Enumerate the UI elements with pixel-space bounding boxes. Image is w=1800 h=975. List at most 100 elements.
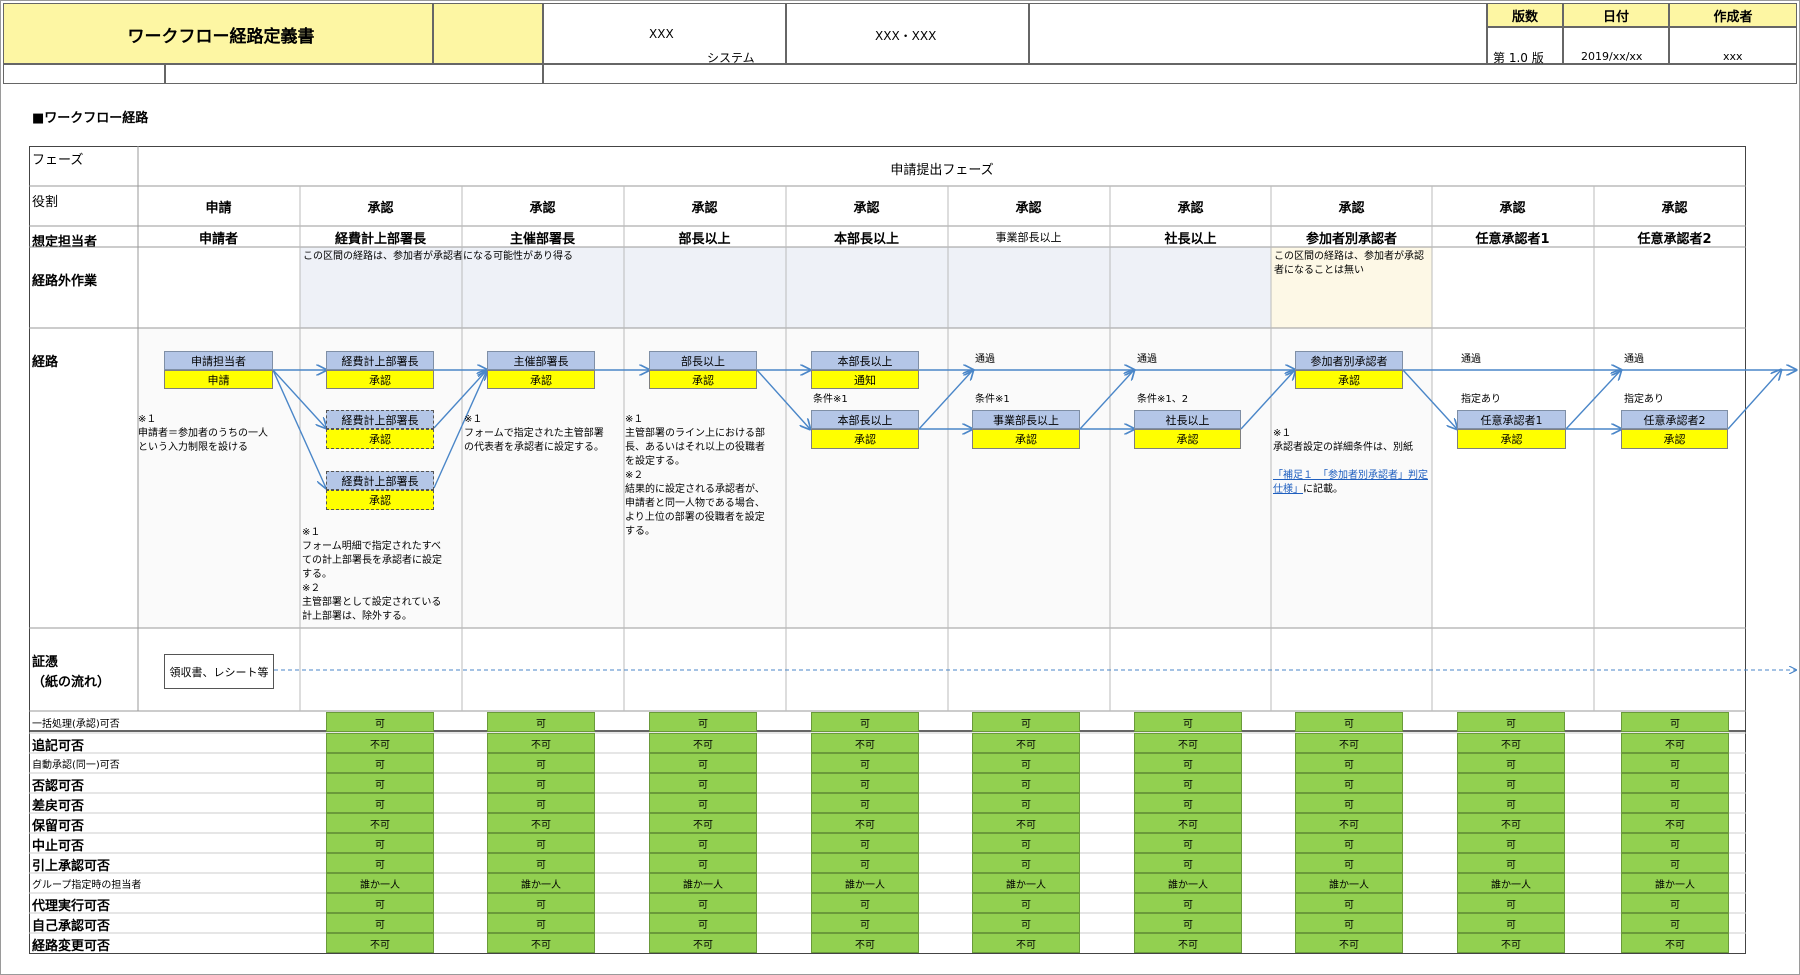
permission-value: 可 (649, 753, 757, 773)
permission-value: 可 (326, 753, 434, 773)
assignee-header: 参加者別承認者 (1305, 231, 1397, 247)
label-route: 経路 (32, 355, 59, 370)
permission-value: 可 (1621, 712, 1729, 732)
route-box-jigyo-bottom: 承認 (972, 429, 1080, 449)
assignee-header: 申請者 (198, 231, 238, 247)
route-box-keihi3-top: 経費計上部署長 (326, 471, 434, 490)
permission-value: 可 (1457, 913, 1565, 933)
permission-value: 誰か一人 (487, 873, 595, 893)
header-blank-cell (1029, 3, 1487, 64)
route-label-pass4: 通過 (1624, 354, 1644, 365)
permission-value: 可 (811, 893, 919, 913)
permission-value: 可 (1295, 712, 1403, 732)
header-line-cell-2 (165, 64, 543, 84)
extra-note-range2: この区間の経路は、参加者が承認者になることは無い (1274, 251, 1424, 276)
permission-value: 誰か一人 (649, 873, 757, 893)
permission-label: 保留可否 (32, 819, 85, 834)
permission-value: 不可 (1295, 933, 1403, 953)
doc-title: ワークフロー経路定義書 (127, 26, 315, 47)
role-header: 申請 (205, 200, 232, 216)
route-note-keihi: ※１ フォーム明細で指定されたすべ ての計上部署長を承認者に設定 する。 ※２ … (302, 527, 442, 622)
permission-value: 可 (487, 712, 595, 732)
role-header: 承認 (691, 200, 718, 216)
assignee-header: 部長以上 (678, 231, 731, 247)
permission-value: 可 (1457, 773, 1565, 793)
permission-value: 誰か一人 (326, 873, 434, 893)
role-header: 承認 (367, 200, 394, 216)
permission-value: 可 (1134, 753, 1242, 773)
route-box-honbu1-bottom: 通知 (811, 370, 919, 389)
permission-value: 可 (326, 853, 434, 873)
date-value: 2019/xx/xx (1581, 50, 1643, 63)
route-box-nini1-top: 任意承認者1 (1457, 410, 1566, 429)
permission-value: 不可 (811, 813, 919, 833)
permission-label: 中止可否 (32, 839, 85, 854)
route-box-honbu2-bottom: 承認 (811, 429, 919, 449)
permission-value: 不可 (1457, 733, 1565, 753)
permission-value: 可 (1134, 712, 1242, 732)
permission-value: 可 (1134, 833, 1242, 853)
route-label-cond-jigyo: 条件※1 (975, 394, 1010, 405)
route-box-shusai-bottom: 承認 (487, 370, 595, 389)
route-box-keihi3-bottom: 承認 (326, 490, 434, 510)
permission-value: 可 (1295, 853, 1403, 873)
label-phase: フェーズ (32, 153, 84, 168)
route-note-sanka: ※１ 承認者設定の詳細条件は、別紙 「補足１ 「参加者別承認者」判定仕様」に記載… (1273, 413, 1433, 497)
permission-value: 可 (1621, 853, 1729, 873)
route-box-jigyo-top: 事業部長以上 (972, 410, 1080, 429)
route-box-shacho-top: 社長以上 (1134, 410, 1241, 429)
assignee-header: 任意承認者2 (1637, 231, 1712, 247)
permission-label: 引上承認可否 (32, 859, 111, 874)
sub-code: XXX・XXX (875, 29, 937, 43)
permission-value: 不可 (487, 813, 595, 833)
permission-value: 可 (649, 913, 757, 933)
permission-value: 不可 (811, 733, 919, 753)
permission-value: 可 (649, 793, 757, 813)
permission-value: 不可 (811, 933, 919, 953)
route-box-bucho-bottom: 承認 (649, 370, 757, 389)
permission-label: 経路変更可否 (32, 939, 111, 954)
permission-value: 可 (326, 793, 434, 813)
system-code: XXX (649, 27, 674, 41)
permission-value: 不可 (972, 733, 1080, 753)
permission-value: 不可 (1134, 933, 1242, 953)
permission-value: 可 (1457, 712, 1565, 732)
route-note-sanka-link[interactable]: 「補足１ 「参加者別承認者」判定仕様」 (1273, 470, 1428, 495)
role-header: 承認 (1177, 200, 1204, 216)
route-note-applicant: ※１ 申請者＝参加者のうちの一人 という入力制限を設ける (138, 414, 268, 453)
permission-label: 自動承認(同一)可否 (32, 760, 120, 771)
permission-value: 不可 (1295, 813, 1403, 833)
document-page: ワークフロー経路定義書 XXX システム XXX・XXX 版数 日付 作成者 第… (0, 0, 1800, 975)
assignee-header: 経費計上部署長 (334, 231, 426, 247)
extra-note-range1: この区間の経路は、参加者が承認者になる可能性があり得る (303, 251, 573, 262)
permission-value: 可 (487, 853, 595, 873)
permission-value: 可 (487, 893, 595, 913)
permission-value: 不可 (1134, 813, 1242, 833)
role-header: 承認 (1338, 200, 1365, 216)
label-extra-work: 経路外作業 (32, 274, 98, 289)
permission-value: 可 (649, 712, 757, 732)
permission-value: 可 (326, 712, 434, 732)
permission-value: 可 (811, 753, 919, 773)
permission-value: 誰か一人 (972, 873, 1080, 893)
phase-name: 申請提出フェーズ (890, 162, 994, 178)
route-box-keihi2-top: 経費計上部署長 (326, 410, 434, 429)
permission-value: 可 (811, 913, 919, 933)
route-label-designated1: 指定あり (1461, 394, 1501, 405)
permission-value: 可 (811, 833, 919, 853)
author-value: xxx (1723, 50, 1743, 63)
role-header: 承認 (853, 200, 880, 216)
permission-value: 可 (1134, 853, 1242, 873)
permission-value: 可 (326, 893, 434, 913)
route-box-honbu2-top: 本部長以上 (811, 410, 919, 429)
permission-value: 可 (811, 773, 919, 793)
section-title: ■ワークフロー経路 (32, 111, 149, 126)
date-label: 日付 (1563, 3, 1669, 27)
route-label-cond1: 条件※1 (813, 394, 848, 405)
permission-value: 可 (1457, 853, 1565, 873)
permission-value: 不可 (972, 933, 1080, 953)
permission-value: 可 (649, 893, 757, 913)
permission-value: 不可 (1621, 933, 1729, 953)
route-box-nini1-bottom: 承認 (1457, 429, 1566, 449)
permission-value: 可 (1457, 893, 1565, 913)
